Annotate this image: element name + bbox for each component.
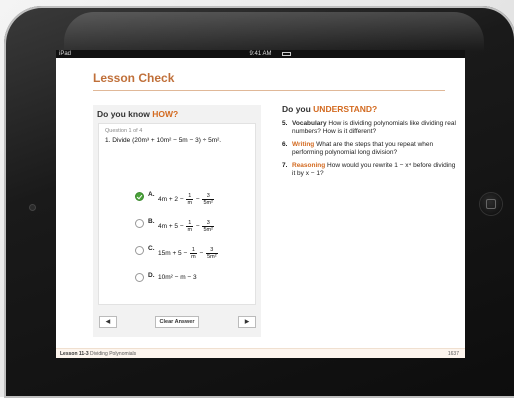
numerator: 1 bbox=[186, 220, 194, 227]
question-counter: Question 1 of 4 bbox=[105, 128, 143, 134]
exercise-keyword: Vocabulary bbox=[292, 120, 327, 127]
question-text: 1. Divide (20m³ + 10m² − 5m − 3) ÷ 5m². bbox=[105, 137, 222, 144]
exercise-number: 5. bbox=[282, 120, 288, 127]
lesson-number: Lesson 11-3 bbox=[60, 351, 89, 357]
prev-button[interactable]: ◀ bbox=[99, 316, 117, 328]
quiz-heading: Do you know HOW? bbox=[97, 109, 178, 119]
fraction: 3 5m² bbox=[202, 193, 214, 206]
expr-mid: − bbox=[194, 223, 202, 231]
exercise-text: What are the steps that you repeat when … bbox=[292, 141, 434, 156]
fraction: 3 5m² bbox=[206, 247, 218, 260]
exercise-item: 6. Writing What are the steps that you re… bbox=[282, 141, 457, 156]
radio-icon[interactable] bbox=[135, 246, 144, 255]
option-letter: A. bbox=[148, 191, 155, 198]
radio-icon[interactable] bbox=[135, 273, 144, 282]
expr-lead: 4m + 5 − bbox=[158, 223, 186, 231]
page-number: 1637 bbox=[447, 351, 459, 357]
status-bar: iPad 9:41 AM bbox=[56, 50, 465, 58]
quiz-heading-text: Do you know bbox=[97, 109, 153, 119]
understand-heading: Do you UNDERSTAND? bbox=[282, 104, 457, 114]
option-letter: C. bbox=[148, 245, 155, 252]
denominator: m bbox=[191, 254, 196, 260]
camera-icon bbox=[30, 205, 35, 210]
understand-heading-accent: UNDERSTAND? bbox=[313, 104, 378, 114]
understand-panel: Do you UNDERSTAND? 5. Vocabulary How is d… bbox=[282, 104, 457, 177]
numerator: 3 bbox=[202, 193, 214, 200]
bezel-glare bbox=[64, 12, 484, 52]
option-expression: 4m + 2 − 1m − 3 5m² bbox=[158, 193, 215, 206]
option-a[interactable]: A. 4m + 2 − 1m − 3 5m² bbox=[135, 189, 253, 207]
title-divider bbox=[93, 90, 445, 91]
exercise-number: 6. bbox=[282, 141, 288, 148]
numerator: 1 bbox=[190, 247, 197, 254]
option-expression: 15m + 5 − 1m − 3 5m² bbox=[158, 247, 219, 260]
expr-lead: 10m² − m − 3 bbox=[158, 274, 197, 281]
fraction: 1m bbox=[186, 193, 194, 206]
exercise-item: 7. Reasoning How would you rewrite 1 − x⁴… bbox=[282, 162, 457, 177]
exercise-keyword: Writing bbox=[292, 141, 315, 148]
numerator: 3 bbox=[206, 247, 218, 254]
option-expression: 10m² − m − 3 bbox=[158, 274, 197, 281]
denominator: m bbox=[187, 200, 193, 206]
quiz-heading-accent: HOW? bbox=[152, 109, 179, 119]
denominator: 5m² bbox=[203, 200, 213, 206]
expr-mid: − bbox=[197, 250, 206, 258]
lesson-name: Dividing Polynomials bbox=[90, 351, 137, 357]
expr-lead: 15m + 5 − bbox=[158, 250, 190, 258]
tablet-screen: iPad 9:41 AM Lesson Check Do you know HO… bbox=[56, 50, 465, 358]
expr-mid: − bbox=[194, 196, 202, 204]
expr-lead: 4m + 2 − bbox=[158, 196, 186, 204]
battery-icon bbox=[282, 52, 291, 56]
page-footer: Lesson 11-3 Dividing Polynomials 1637 bbox=[56, 348, 465, 358]
exercise-number: 7. bbox=[282, 162, 288, 169]
clear-answer-button[interactable]: Clear Answer bbox=[155, 316, 199, 328]
quiz-panel: Do you know HOW? Question 1 of 4 1. Divi… bbox=[93, 105, 261, 337]
footer-lesson: Lesson 11-3 Dividing Polynomials bbox=[60, 349, 136, 358]
numerator: 1 bbox=[186, 193, 194, 200]
clock: 9:41 AM bbox=[249, 51, 272, 57]
option-expression: 4m + 5 − 1m − 3 5m² bbox=[158, 220, 215, 233]
radio-selected-icon[interactable] bbox=[135, 192, 144, 201]
home-button[interactable] bbox=[480, 193, 502, 215]
option-letter: B. bbox=[148, 218, 155, 225]
fraction: 1m bbox=[190, 247, 197, 260]
option-c[interactable]: C. 15m + 5 − 1m − 3 5m² bbox=[135, 243, 253, 261]
exercise-item: 5. Vocabulary How is dividing polynomials… bbox=[282, 120, 457, 135]
option-b[interactable]: B. 4m + 5 − 1m − 3 5m² bbox=[135, 216, 253, 234]
question-card: Question 1 of 4 1. Divide (20m³ + 10m² −… bbox=[98, 123, 256, 305]
option-letter: D. bbox=[148, 272, 155, 279]
denominator: 5m² bbox=[203, 227, 213, 233]
numerator: 3 bbox=[202, 220, 214, 227]
denominator: 5m² bbox=[207, 254, 217, 260]
exercise-keyword: Reasoning bbox=[292, 162, 326, 169]
denominator: m bbox=[187, 227, 193, 233]
understand-heading-text: Do you bbox=[282, 104, 314, 114]
fraction: 3 5m² bbox=[202, 220, 214, 233]
next-button[interactable]: ▶ bbox=[238, 316, 256, 328]
fraction: 1m bbox=[186, 220, 194, 233]
page-title: Lesson Check bbox=[93, 71, 175, 85]
option-d[interactable]: D. 10m² − m − 3 bbox=[135, 270, 253, 288]
radio-icon[interactable] bbox=[135, 219, 144, 228]
